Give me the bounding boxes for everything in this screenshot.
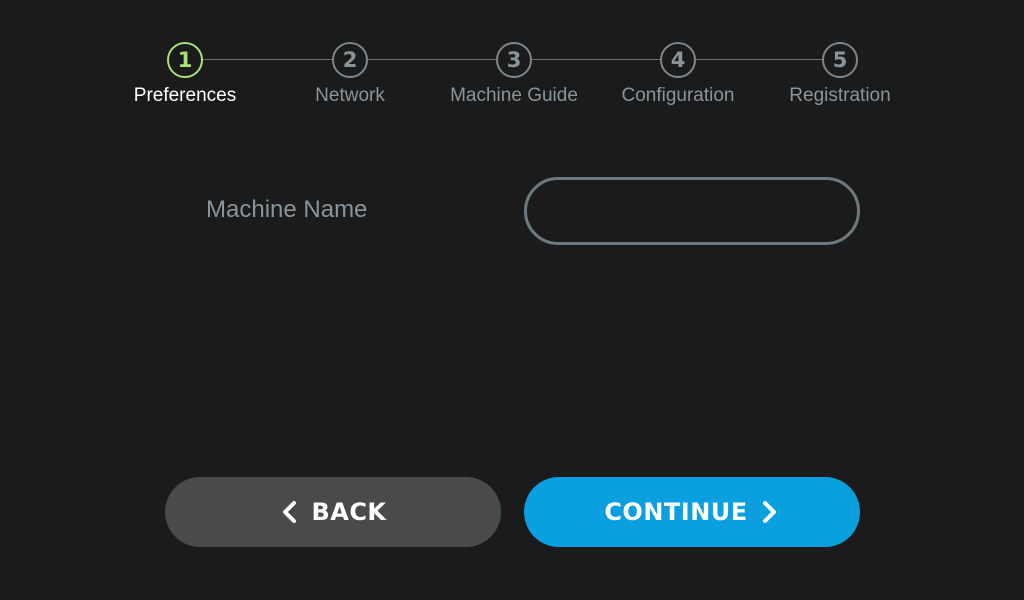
step-label: Registration bbox=[789, 85, 891, 106]
step-machine-guide[interactable]: 3 Machine Guide bbox=[434, 42, 594, 107]
back-button-label: BACK bbox=[311, 498, 387, 526]
chevron-left-icon bbox=[283, 501, 297, 523]
step-number: 5 bbox=[822, 42, 858, 78]
step-number: 1 bbox=[167, 42, 203, 78]
step-registration[interactable]: 5 Registration bbox=[760, 42, 920, 107]
machine-name-label: Machine Name bbox=[206, 196, 368, 223]
setup-screen: 1 Preferences 2 Network 3 Machine Guide … bbox=[0, 0, 1024, 600]
step-number: 4 bbox=[660, 42, 696, 78]
continue-button-label: CONTINUE bbox=[604, 498, 748, 526]
continue-button[interactable]: CONTINUE bbox=[524, 477, 860, 547]
step-label: Machine Guide bbox=[450, 85, 578, 106]
back-button[interactable]: BACK bbox=[165, 477, 501, 547]
step-number: 2 bbox=[332, 42, 368, 78]
step-network[interactable]: 2 Network bbox=[270, 42, 430, 107]
chevron-right-icon bbox=[762, 501, 776, 523]
step-label: Preferences bbox=[133, 85, 237, 106]
step-preferences[interactable]: 1 Preferences bbox=[105, 42, 265, 107]
step-label: Configuration bbox=[621, 85, 735, 106]
step-configuration[interactable]: 4 Configuration bbox=[598, 42, 758, 107]
step-number: 3 bbox=[496, 42, 532, 78]
machine-name-input[interactable] bbox=[524, 177, 860, 245]
step-label: Network bbox=[315, 85, 385, 106]
